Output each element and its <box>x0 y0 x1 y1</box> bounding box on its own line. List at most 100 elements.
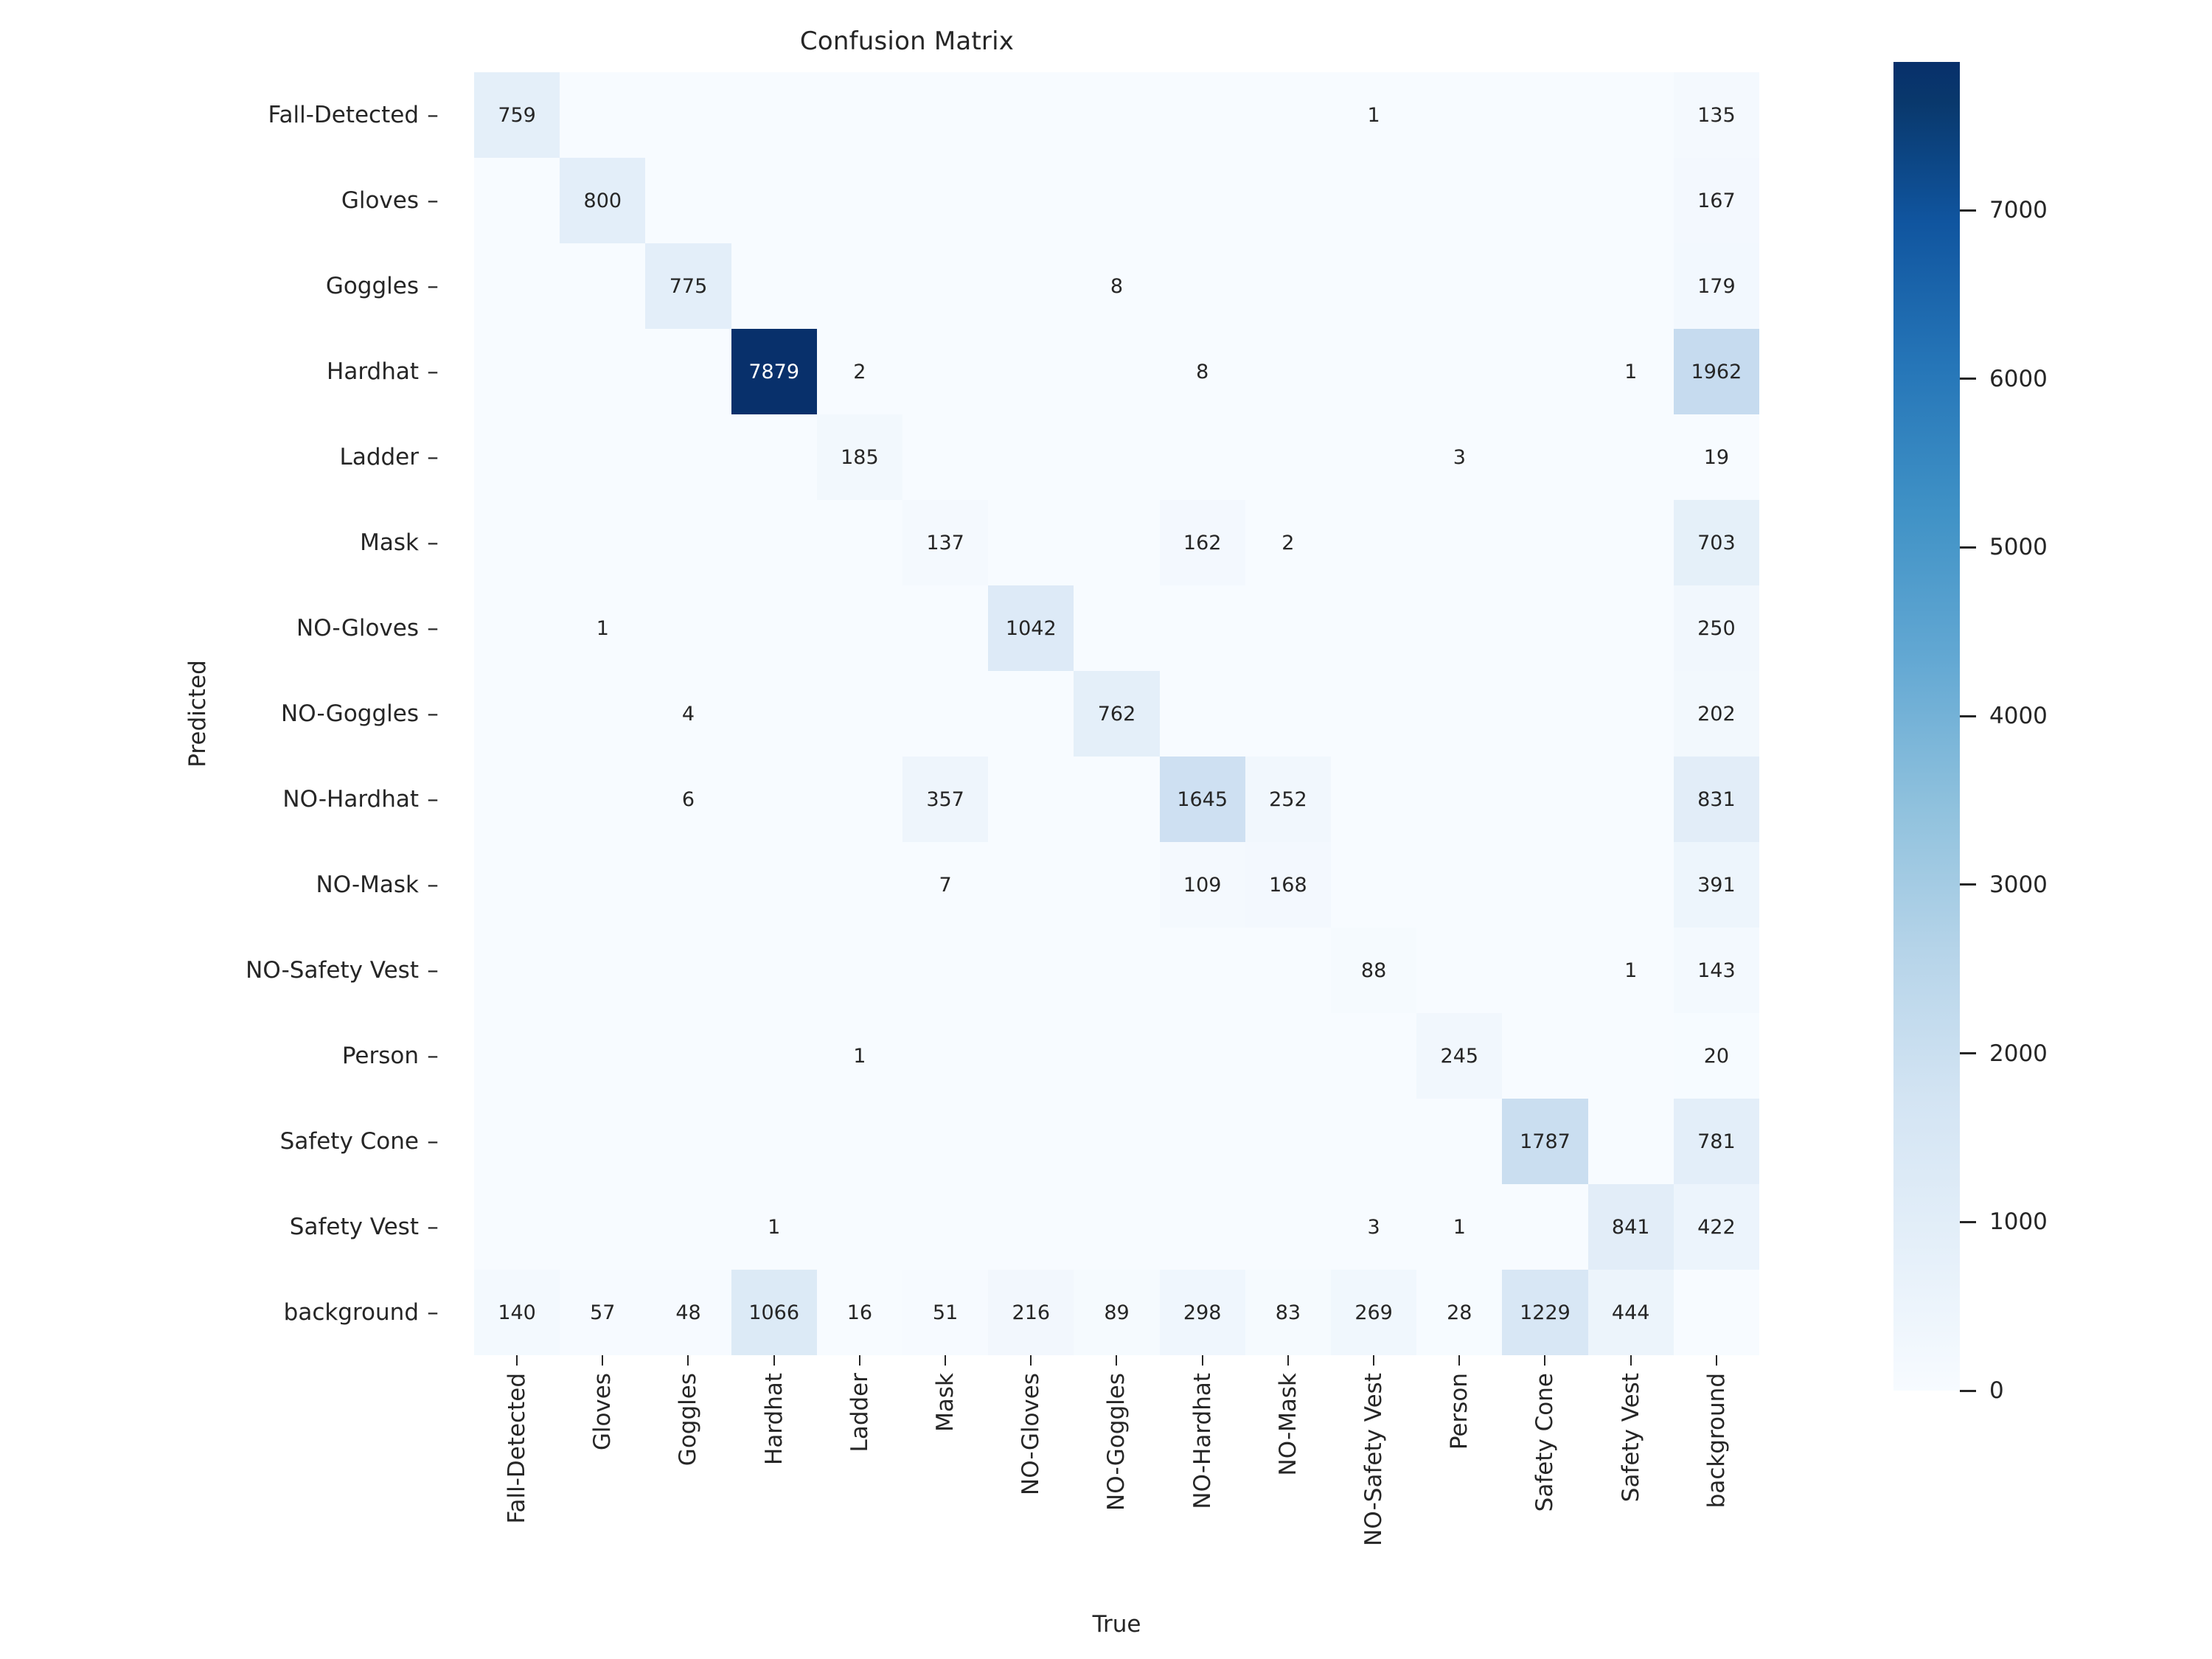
matrix-cell <box>1074 414 1160 500</box>
matrix-cell <box>474 757 560 842</box>
y-tick-text: Fall-Detected <box>268 102 419 128</box>
colorbar: 0 1000 2000 3000 4000 5000 6000 7000 <box>1893 62 2159 1404</box>
matrix-cell: 1645 <box>1159 757 1245 842</box>
matrix-cell-value: 1 <box>1367 103 1380 127</box>
matrix-cell-value: 167 <box>1697 189 1736 212</box>
y-tick-mark-icon: – <box>427 786 439 813</box>
x-tick-text: NO-Safety Vest <box>1360 1373 1388 1546</box>
matrix-cell: 167 <box>1673 158 1759 243</box>
matrix-cell <box>1074 1099 1160 1184</box>
matrix-cell <box>1074 585 1160 671</box>
matrix-cell <box>731 671 817 757</box>
matrix-cell <box>1416 585 1503 671</box>
y-tick-label-hardhat: Hardhat – <box>327 329 442 414</box>
y-tick-mark-icon: – <box>427 1043 439 1069</box>
y-tick-mark-icon: – <box>427 358 439 385</box>
matrix-cell: 1 <box>1416 1184 1503 1270</box>
matrix-cell: 89 <box>1074 1270 1160 1355</box>
colorbar-tick-mark-icon <box>1960 1052 1976 1055</box>
matrix-cell-value: 48 <box>675 1301 701 1324</box>
matrix-cell <box>1074 928 1160 1013</box>
matrix-cell <box>1330 671 1417 757</box>
matrix-cell: 245 <box>1416 1013 1503 1099</box>
matrix-cell: 135 <box>1673 72 1759 158</box>
matrix-cell <box>988 158 1074 243</box>
matrix-cell: 703 <box>1673 500 1759 585</box>
x-tick-label-no-safety-vest: NO-Safety Vest <box>1331 1355 1416 1546</box>
matrix-cell <box>560 72 646 158</box>
y-tick-mark-icon: – <box>427 1299 439 1326</box>
colorbar-gradient <box>1893 62 1960 1391</box>
matrix-cell <box>1245 158 1331 243</box>
matrix-cell: 1 <box>1330 72 1417 158</box>
x-tick-label-background: background <box>1674 1355 1759 1508</box>
y-tick-label-fall-detected: Fall-Detected – <box>268 72 442 158</box>
colorbar-tick-text: 4000 <box>1989 703 2048 730</box>
matrix-cell <box>731 842 817 928</box>
y-tick-label-no-gloves: NO-Gloves – <box>296 585 442 671</box>
x-tick-label-goggles: Goggles <box>645 1355 731 1466</box>
x-tick-text: NO-Goggles <box>1103 1373 1130 1511</box>
matrix-cell <box>1587 1099 1674 1184</box>
matrix-cell: 51 <box>902 1270 989 1355</box>
matrix-cell <box>988 414 1074 500</box>
matrix-cell <box>988 928 1074 1013</box>
page-title: Confusion Matrix <box>799 27 1015 56</box>
matrix-cell <box>1502 757 1588 842</box>
matrix-cell <box>645 500 731 585</box>
y-tick-mark-icon: – <box>427 957 439 984</box>
matrix-cell: 250 <box>1673 585 1759 671</box>
matrix-cell: 16 <box>816 1270 902 1355</box>
matrix-cell-value: 762 <box>1097 702 1136 726</box>
x-tick-mark-icon <box>516 1355 518 1366</box>
x-tick-label-safety-cone: Safety Cone <box>1502 1355 1587 1512</box>
matrix-cell <box>816 842 902 928</box>
matrix-cell <box>988 500 1074 585</box>
y-tick-mark-icon: – <box>427 615 439 641</box>
matrix-cell: 357 <box>902 757 989 842</box>
matrix-cell: 1042 <box>988 585 1074 671</box>
matrix-cell <box>1416 329 1503 414</box>
matrix-cell <box>1502 414 1588 500</box>
matrix-cell <box>645 158 731 243</box>
matrix-cell <box>731 500 817 585</box>
matrix-cell <box>731 1099 817 1184</box>
matrix-cell <box>902 414 989 500</box>
matrix-cell-value: 16 <box>846 1301 873 1324</box>
matrix-cell <box>816 500 902 585</box>
matrix-cell-value: 1787 <box>1520 1130 1571 1153</box>
matrix-cell <box>645 585 731 671</box>
matrix-cell-value: 298 <box>1183 1301 1222 1324</box>
matrix-cell-value: 1645 <box>1177 787 1228 811</box>
matrix-cell-value: 245 <box>1440 1044 1479 1068</box>
matrix-cell <box>1159 585 1245 671</box>
matrix-cell <box>474 1099 560 1184</box>
x-tick-label-gloves: Gloves <box>560 1355 645 1450</box>
matrix-cell-value: 89 <box>1104 1301 1130 1324</box>
matrix-cell-value: 3 <box>1367 1215 1380 1239</box>
matrix-cell <box>988 243 1074 329</box>
y-tick-label-no-safety-vest: NO-Safety Vest – <box>246 928 442 1013</box>
matrix-cell <box>1416 500 1503 585</box>
matrix-cell: 1962 <box>1673 329 1759 414</box>
matrix-cell <box>1502 585 1588 671</box>
matrix-cell: 137 <box>902 500 989 585</box>
colorbar-tick-2000: 2000 <box>1960 1040 2048 1067</box>
matrix-cell <box>816 585 902 671</box>
matrix-cell-value: 216 <box>1012 1301 1051 1324</box>
matrix-cell-value: 162 <box>1183 531 1222 554</box>
y-tick-text: Mask <box>360 529 419 556</box>
matrix-cell: 8 <box>1159 329 1245 414</box>
matrix-cell <box>560 842 646 928</box>
matrix-cell <box>1502 72 1588 158</box>
matrix-cell <box>1416 928 1503 1013</box>
colorbar-tick-text: 2000 <box>1989 1040 2048 1067</box>
matrix-cell: 216 <box>988 1270 1074 1355</box>
matrix-cell: 143 <box>1673 928 1759 1013</box>
x-tick-mark-icon <box>1373 1355 1375 1366</box>
matrix-cell-value: 357 <box>926 787 964 811</box>
matrix-cell <box>560 671 646 757</box>
matrix-cell <box>645 329 731 414</box>
matrix-cell-value: 444 <box>1611 1301 1650 1324</box>
matrix-cell: 1066 <box>731 1270 817 1355</box>
